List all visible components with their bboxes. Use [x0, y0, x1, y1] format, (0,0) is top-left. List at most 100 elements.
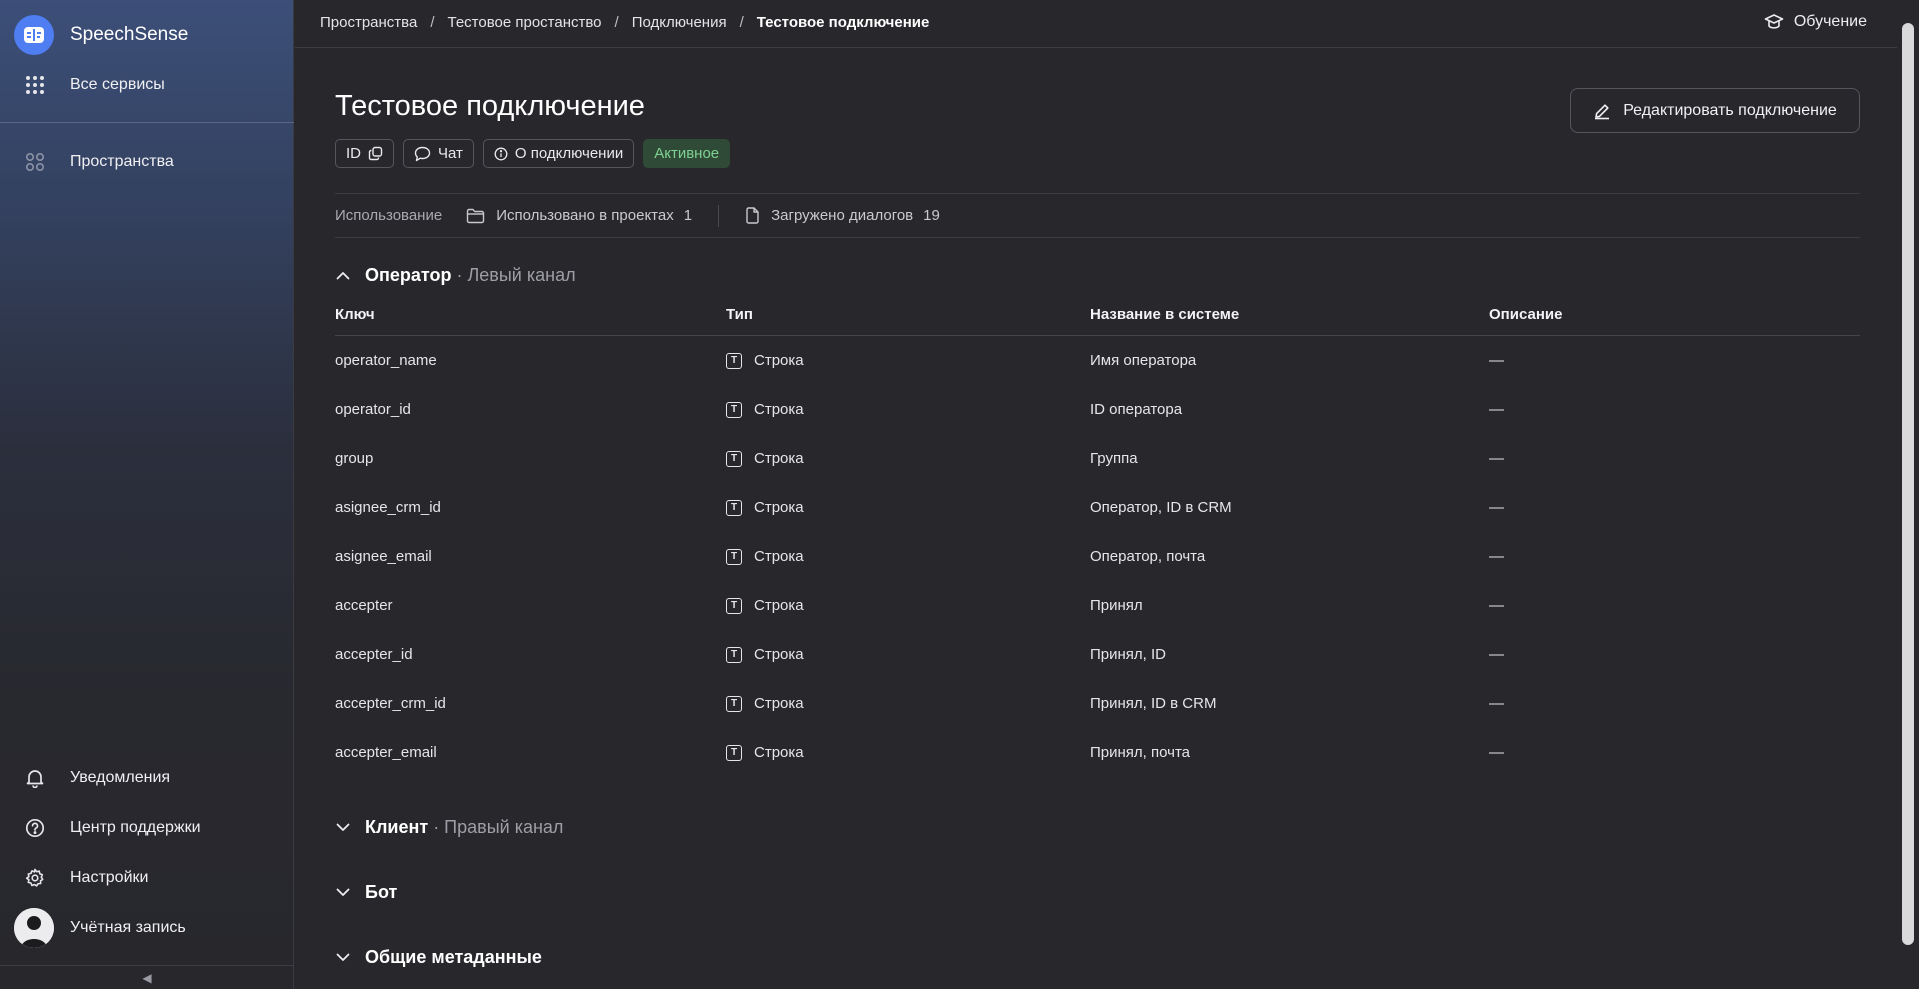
cell-description: —	[1489, 548, 1504, 565]
cell-type-label: Строка	[754, 450, 804, 467]
sidebar-item-notifications[interactable]: Уведомления	[24, 763, 170, 793]
sidebar-item-label: Все сервисы	[70, 76, 165, 93]
section-operator-toggle[interactable]: Оператор · Левый канал	[335, 265, 576, 286]
projects-usage[interactable]: Использовано в проектах 1	[466, 207, 692, 224]
brand[interactable]: SpeechSense	[14, 15, 188, 55]
graduation-cap-icon	[1764, 13, 1784, 31]
edit-connection-label: Редактировать подключение	[1623, 101, 1837, 119]
pencil-icon	[1593, 102, 1611, 120]
learning-link[interactable]: Обучение	[1764, 13, 1867, 31]
projects-usage-label: Использовано в проектах	[496, 207, 674, 224]
cell-type: T Строка	[726, 548, 1090, 565]
cell-type-label: Строка	[754, 646, 804, 663]
chip-label: ID	[346, 145, 361, 162]
text-type-icon: T	[726, 450, 742, 467]
breadcrumb-item-spaces[interactable]: Пространства	[320, 14, 417, 31]
collapse-arrow-icon: ◀	[142, 970, 152, 985]
usage-bar: Использование Использовано в проектах 1 …	[335, 193, 1860, 238]
cell-type-label: Строка	[754, 352, 804, 369]
dialogs-usage-count: 19	[923, 207, 940, 224]
cell-system-name: Принял, ID в CRM	[1090, 695, 1217, 712]
sidebar-item-account[interactable]: Учётная запись	[14, 908, 186, 948]
cell-description: —	[1489, 401, 1504, 418]
sidebar-item-label: Центр поддержки	[70, 819, 201, 836]
cell-key: operator_id	[335, 401, 411, 418]
sidebar-collapse-button[interactable]: ◀	[0, 965, 294, 989]
projects-usage-count: 1	[683, 207, 693, 224]
learning-label: Обучение	[1793, 13, 1867, 30]
breadcrumb-separator: /	[614, 14, 619, 31]
cell-type: T Строка	[726, 646, 1090, 663]
text-type-icon: T	[726, 499, 742, 516]
breadcrumb-item-space[interactable]: Тестовое простанство	[448, 14, 602, 31]
chevron-down-icon	[335, 820, 351, 836]
chat-chip[interactable]: Чат	[403, 139, 474, 168]
column-header-type: Тип	[726, 305, 753, 323]
cell-type-label: Строка	[754, 499, 804, 516]
copy-id-chip[interactable]: ID	[335, 139, 394, 168]
operator-fields-table: Ключ Тип Название в системе Описание ope…	[335, 293, 1860, 777]
breadcrumb-separator: /	[430, 14, 435, 31]
cell-type: T Строка	[726, 744, 1090, 761]
avatar	[14, 908, 54, 948]
sidebar-item-all-services[interactable]: Все сервисы	[24, 70, 165, 100]
cell-type-label: Строка	[754, 401, 804, 418]
section-client-toggle[interactable]: Клиент · Правый канал	[335, 817, 563, 838]
text-type-icon: T	[726, 401, 742, 418]
cell-type-label: Строка	[754, 695, 804, 712]
sidebar-item-support[interactable]: Центр поддержки	[24, 813, 201, 843]
section-metadata-toggle[interactable]: Общие метаданные	[335, 947, 542, 968]
cell-description: —	[1489, 499, 1504, 516]
cell-type-label: Строка	[754, 744, 804, 761]
table-row: asignee_crm_id T Строка Оператор, ID в CRM —	[335, 483, 1860, 532]
sidebar-item-settings[interactable]: Настройки	[24, 863, 148, 893]
chevron-up-icon	[335, 268, 351, 284]
breadcrumb: Пространства / Тестовое простанство / По…	[320, 14, 929, 31]
section-title: Общие метаданные	[365, 947, 542, 967]
cell-key: accepter	[335, 597, 393, 614]
section-subtitle: · Левый канал	[456, 265, 576, 285]
text-type-icon: T	[726, 548, 742, 565]
cell-type: T Строка	[726, 597, 1090, 614]
cell-description: —	[1489, 744, 1504, 761]
cell-type: T Строка	[726, 401, 1090, 418]
sidebar-item-spaces[interactable]: Пространства	[24, 147, 174, 177]
cell-system-name: Имя оператора	[1090, 352, 1197, 369]
chip-label: О подключении	[514, 145, 624, 162]
sidebar: SpeechSense Все сервисы Пространства Уве…	[0, 0, 294, 989]
section-title: Клиент	[365, 817, 429, 837]
text-type-icon: T	[726, 597, 742, 614]
cell-system-name: Группа	[1090, 450, 1138, 467]
scrollbar[interactable]	[1897, 0, 1919, 989]
status-badge: Активное	[643, 139, 731, 168]
cell-key: accepter_id	[335, 646, 413, 663]
scrollbar-thumb[interactable]	[1902, 23, 1914, 945]
spaces-icon	[24, 151, 46, 173]
file-icon	[745, 207, 760, 224]
folder-icon	[466, 208, 485, 224]
cell-description: —	[1489, 646, 1504, 663]
table-row: accepter_email T Строка Принял, почта —	[335, 728, 1860, 777]
section-bot-toggle[interactable]: Бот	[335, 882, 397, 903]
cell-system-name: Принял, ID	[1090, 646, 1166, 663]
copy-icon	[368, 146, 383, 161]
cell-type: T Строка	[726, 352, 1090, 369]
about-connection-chip[interactable]: О подключении	[482, 139, 635, 168]
text-type-icon: T	[726, 695, 742, 712]
dialogs-usage: Загружено диалогов 19	[745, 207, 940, 224]
cell-key: accepter_email	[335, 744, 437, 761]
cell-type-label: Строка	[754, 597, 804, 614]
sidebar-item-label: Настройки	[70, 869, 149, 886]
cell-description: —	[1489, 450, 1504, 467]
section-title: Бот	[365, 882, 398, 902]
bell-icon	[24, 767, 46, 789]
sidebar-item-label: Уведомления	[70, 769, 171, 786]
dialogs-usage-label: Загружено диалогов	[771, 207, 914, 224]
chevron-down-icon	[335, 885, 351, 901]
table-row: operator_name T Строка Имя оператора —	[335, 336, 1860, 385]
breadcrumb-item-connections[interactable]: Подключения	[632, 14, 727, 31]
column-header-system-name: Название в системе	[1090, 305, 1240, 323]
cell-key: asignee_crm_id	[335, 499, 441, 516]
cell-description: —	[1489, 352, 1504, 369]
edit-connection-button[interactable]: Редактировать подключение	[1570, 88, 1860, 133]
